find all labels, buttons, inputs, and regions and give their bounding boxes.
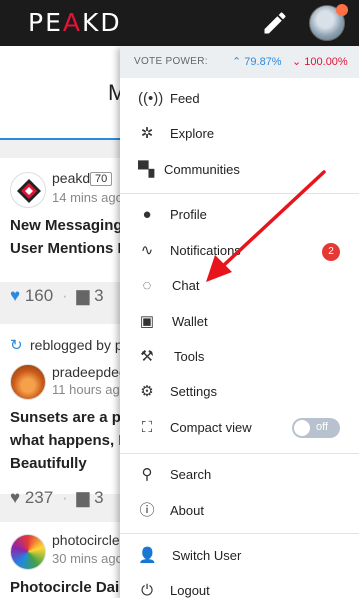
post-stats: ♥ 237 · ▆ 3 <box>10 488 104 508</box>
separator: · <box>61 488 68 507</box>
menu-item-notifications[interactable]: ∿ Notifications 2 <box>120 233 359 269</box>
post-author[interactable]: pradeepdee <box>52 364 127 380</box>
vote-power-bar: VOTE POWER: ⌃ 79.87% ⌄ 100.00% <box>120 46 359 78</box>
menu-item-compact-view[interactable]: ⛶ Compact view off <box>120 410 359 446</box>
menu-item-label: Logout <box>170 583 210 598</box>
vote-count: 237 <box>24 488 54 507</box>
reputation-badge: 70 <box>90 172 113 186</box>
pradeepdee-avatar[interactable] <box>10 364 46 400</box>
tools-icon: ⚒ <box>140 348 154 365</box>
menu-item-label: Notifications <box>170 243 241 258</box>
user-icon: ● <box>142 206 152 223</box>
chat-bubbles-icon: ▀▖ <box>138 161 161 178</box>
comment-icon[interactable]: ▆ <box>76 488 89 507</box>
post-author[interactable]: peakd <box>52 170 90 186</box>
menu-item-label: Wallet <box>172 314 208 329</box>
menu-item-label: Communities <box>164 162 240 177</box>
heart-icon[interactable]: ♥ <box>10 488 20 507</box>
post-time: 11 hours ago <box>52 382 127 397</box>
post-title-line[interactable]: what happens, Ev <box>10 429 137 452</box>
menu-item-communities[interactable]: ▀▖ Communities <box>120 152 359 188</box>
heartbeat-icon: ∿ <box>140 242 154 259</box>
post-author[interactable]: photocircle <box>52 532 120 548</box>
broadcast-icon: ((•)) <box>138 90 164 107</box>
toggle-knob <box>294 420 310 436</box>
top-navbar: PEAKD <box>0 0 359 46</box>
menu-item-label: Explore <box>170 126 215 141</box>
post-title-line[interactable]: Beautifully <box>10 452 87 475</box>
menu-item-label: About <box>170 503 204 518</box>
menu-item-explore[interactable]: ✲ Explore <box>120 116 359 152</box>
heart-icon[interactable]: ♥ <box>10 286 20 305</box>
post-stats: ♥ 160 · ▆ 3 <box>10 286 104 306</box>
pencil-icon[interactable] <box>261 9 289 37</box>
info-icon: ⓘ <box>139 502 155 519</box>
notification-badge: 2 <box>322 243 340 261</box>
comment-count: 3 <box>94 488 104 507</box>
compass-icon: ✲ <box>140 125 154 142</box>
menu-item-feed[interactable]: ((•)) Feed <box>120 81 359 117</box>
comment-icon[interactable]: ▆ <box>76 286 89 305</box>
menu-item-label: Switch User <box>172 548 242 563</box>
menu-item-profile[interactable]: ● Profile <box>120 197 359 233</box>
reblog-text: reblogged by pl <box>30 337 126 353</box>
menu-divider <box>120 453 359 454</box>
menu-item-chat[interactable]: ◌ Chat <box>120 268 359 304</box>
separator: · <box>61 286 68 305</box>
peakd-logo[interactable]: PEAKD <box>28 8 122 37</box>
menu-item-about[interactable]: ⓘ About <box>120 493 359 529</box>
menu-item-label: Feed <box>170 91 200 106</box>
photocircle-avatar[interactable] <box>10 534 46 570</box>
post-title-line[interactable]: Sunsets are a pro <box>10 406 136 429</box>
menu-item-logout[interactable]: ⏻ Logout <box>120 573 359 598</box>
compact-view-icon: ⛶ <box>141 419 153 436</box>
menu-item-switch-user[interactable]: 👤 Switch User <box>120 538 359 574</box>
toggle-label: off <box>316 421 329 433</box>
menu-item-label: Settings <box>170 384 217 399</box>
wallet-icon: ▣ <box>139 313 155 330</box>
menu-item-label: Search <box>170 467 212 482</box>
menu-item-wallet[interactable]: ▣ Wallet <box>120 304 359 340</box>
chevron-up-icon: ⌃ <box>232 56 242 68</box>
menu-item-label: Chat <box>172 278 200 293</box>
reblog-icon: ↻ <box>10 337 23 354</box>
menu-item-search[interactable]: ⚲ Search <box>120 457 359 493</box>
power-icon: ⏻ <box>141 582 153 598</box>
chat-icon: ◌ <box>142 277 152 294</box>
comment-count: 3 <box>94 286 104 305</box>
notification-dot <box>336 4 348 16</box>
menu-divider <box>120 533 359 534</box>
user-dropdown-menu: VOTE POWER: ⌃ 79.87% ⌄ 100.00% ((•)) Fee… <box>120 46 359 598</box>
post-title-line[interactable]: Photocircle Daily <box>10 576 132 598</box>
post-title-line[interactable]: New Messaging S <box>10 214 137 237</box>
switch-user-icon: 👤 <box>138 547 157 564</box>
vote-power-down: ⌄ 100.00% <box>292 56 348 68</box>
menu-item-label: Compact view <box>170 420 252 435</box>
vote-power-label: VOTE POWER: <box>134 56 208 67</box>
peakd-avatar[interactable] <box>10 172 46 208</box>
post-title-line[interactable]: User Mentions He <box>10 237 137 260</box>
chevron-down-icon: ⌄ <box>292 56 302 68</box>
menu-item-settings[interactable]: ⚙ Settings <box>120 374 359 410</box>
post-time: 30 mins ago <box>52 551 123 566</box>
menu-divider <box>120 193 359 194</box>
menu-item-tools[interactable]: ⚒ Tools <box>120 339 359 375</box>
menu-item-label: Tools <box>174 349 205 364</box>
vote-count: 160 <box>24 286 54 305</box>
menu-item-label: Profile <box>170 207 207 222</box>
vote-power-up: ⌃ 79.87% <box>232 56 282 68</box>
compact-view-toggle[interactable]: off <box>292 418 340 438</box>
search-icon: ⚲ <box>141 466 153 483</box>
post-time: 14 mins ago <box>52 190 123 205</box>
gear-icon: ⚙ <box>140 383 154 400</box>
